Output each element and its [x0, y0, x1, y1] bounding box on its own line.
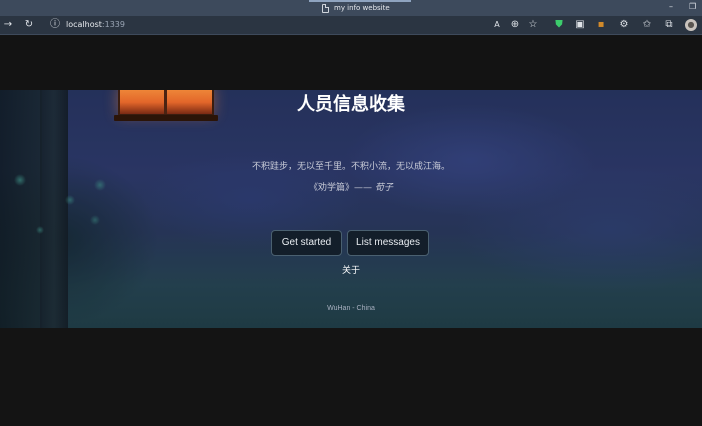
citation-author: 荀子: [374, 183, 393, 193]
hero-quote: 不积跬步，无以至千里。不积小流，无以成江海。: [251, 162, 450, 172]
read-aloud-icon[interactable]: A: [491, 19, 503, 31]
get-started-button[interactable]: Get started: [271, 230, 342, 256]
browser-titlebar: my info website – ❐: [0, 0, 702, 16]
zoom-icon[interactable]: ⊕: [509, 19, 521, 31]
extension-icon[interactable]: ▪: [595, 19, 607, 31]
tab-title: my info website: [334, 4, 390, 12]
list-messages-button[interactable]: List messages: [347, 230, 429, 256]
refresh-icon[interactable]: ↻: [23, 19, 35, 31]
app-extension-icon[interactable]: ▣: [574, 19, 586, 31]
document-icon: [322, 3, 329, 13]
active-tab[interactable]: my info website: [322, 2, 390, 14]
restore-icon[interactable]: ❐: [689, 2, 696, 12]
minimize-icon[interactable]: –: [669, 2, 673, 12]
about-link-text[interactable]: 关于: [342, 266, 360, 276]
page-title: 人员信息收集: [297, 94, 405, 115]
address-host: localhost: [66, 20, 102, 29]
hero-content: 人员信息收集 不积跬步，无以至千里。不积小流，无以成江海。 《劝学篇》—— 荀子…: [0, 90, 702, 328]
address-bar[interactable]: localhost:1339: [66, 19, 125, 31]
profile-icon[interactable]: ●: [685, 19, 697, 31]
page-footer-area: [0, 328, 702, 426]
about-link: 关于: [0, 265, 702, 277]
forward-icon[interactable]: →: [2, 19, 14, 31]
address-port: :1339: [101, 20, 125, 29]
page-header-area: [0, 36, 702, 90]
info-icon[interactable]: ⓘ: [49, 19, 61, 31]
extensions-puzzle-icon[interactable]: ⚙: [618, 19, 630, 31]
hero-section: 人员信息收集 不积跬步，无以至千里。不积小流，无以成江海。 《劝学篇》—— 荀子…: [0, 90, 702, 328]
collections-icon[interactable]: ⧉: [663, 19, 675, 31]
citation-work: 《劝学篇》——: [309, 183, 373, 193]
favorites-icon[interactable]: ✩: [641, 19, 653, 31]
hero-citation: 《劝学篇》—— 荀子: [0, 182, 702, 194]
location-text: WuHan - China: [327, 305, 375, 312]
favorite-add-icon[interactable]: ☆: [527, 19, 539, 31]
shield-extension-icon[interactable]: ⛊: [553, 19, 565, 31]
browser-toolbar: → ↻ ⓘ localhost:1339 A ⊕ ☆ ⛊ ▣ ▪ ⚙ ✩ ⧉ ●: [0, 16, 702, 35]
